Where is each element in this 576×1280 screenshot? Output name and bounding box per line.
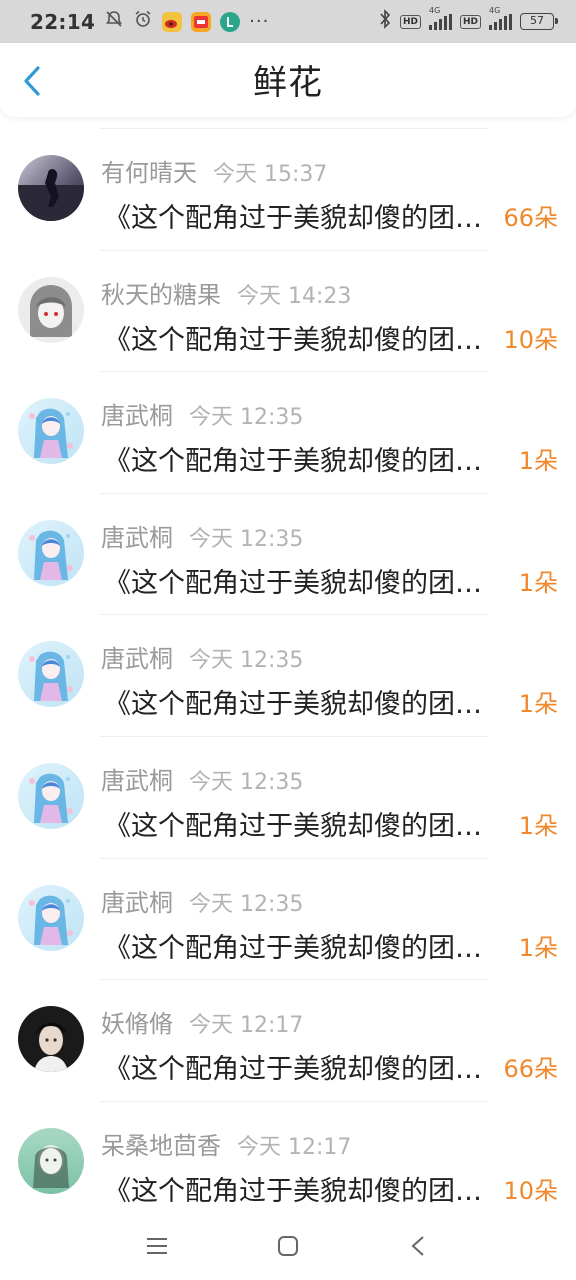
user-name-text: 唐武桐 [101, 523, 173, 552]
flower-count: 66朵 [503, 204, 558, 232]
user-name-text: 唐武桐 [101, 645, 173, 674]
list-item[interactable]: 妖脩脩 今天 12:17 《这个配角过于美貌却傻的团宠》 66朵 [0, 980, 576, 1102]
user-name: 唐武桐 今天 12:35 [101, 396, 303, 431]
user-name-text: 妖脩脩 [101, 1010, 173, 1039]
list-item[interactable]: 唐武桐 今天 12:35 《这个配角过于美貌却傻的团宠》 1朵 [0, 859, 576, 981]
flower-count: 1朵 [518, 933, 558, 962]
net-type-2: 4G [489, 5, 501, 15]
timestamp: 今天 14:23 [237, 283, 352, 309]
user-name: 唐武桐 今天 12:35 [101, 883, 303, 918]
page-title: 鲜花 [253, 63, 323, 103]
status-left: 22:14 ··· [30, 9, 269, 34]
screen: 22:14 ··· HD 4G HD 4G 57 鲜花 有何晴天 今天 15:3… [0, 0, 576, 1280]
list-item[interactable]: 唐武桐 今天 12:35 《这个配角过于美貌却傻的团宠》 1朵 [0, 494, 576, 616]
flower-count: 10朵 [503, 1176, 558, 1205]
flower-count: 1朵 [518, 568, 558, 597]
book-title: 《这个配角过于美貌却傻的团宠》 [104, 932, 496, 964]
flower-count: 66朵 [503, 1055, 558, 1084]
weibo-app-icon [162, 11, 183, 32]
back-triangle-icon [411, 1236, 424, 1256]
user-name-text: 呆桑地茴香 [101, 1131, 221, 1160]
menu-icon [147, 1238, 167, 1254]
user-name-text: 秋天的糖果 [101, 280, 221, 309]
book-title: 《这个配角过于美貌却傻的团宠》 [104, 203, 496, 234]
flower-count: 1朵 [518, 690, 558, 719]
shopping-app-icon [191, 11, 212, 32]
signal-icon-1: 4G [428, 6, 452, 30]
header: 鲜花 [0, 43, 576, 117]
bluetooth-icon [378, 9, 392, 34]
avatar[interactable] [18, 641, 84, 708]
app-l-icon [220, 11, 241, 32]
flower-count: 10朵 [503, 325, 558, 354]
user-name: 妖脩脩 今天 12:17 [101, 1004, 303, 1039]
book-title: 《这个配角过于美貌却傻的团宠》 [104, 567, 496, 599]
avatar[interactable] [18, 276, 84, 343]
nav-back-button[interactable] [398, 1230, 438, 1262]
avatar[interactable] [18, 155, 84, 221]
battery-icon: 57 [520, 13, 558, 30]
menu-button[interactable] [137, 1230, 177, 1262]
list-item[interactable]: 唐武桐 今天 12:35 《这个配角过于美貌却傻的团宠》 1朵 [0, 615, 576, 737]
timestamp: 今天 12:35 [189, 891, 304, 917]
avatar[interactable] [18, 1127, 84, 1194]
status-right: HD 4G HD 4G 57 [378, 6, 558, 34]
book-title: 《这个配角过于美貌却傻的团宠》 [104, 1054, 496, 1086]
user-name-text: 有何晴天 [101, 159, 197, 187]
list-item[interactable]: 秋天的糖果 今天 14:23 《这个配角过于美貌却傻的团宠》 10朵 [0, 251, 576, 373]
timestamp: 今天 12:35 [189, 648, 304, 674]
user-name: 唐武桐 今天 12:35 [101, 518, 303, 553]
book-title: 《这个配角过于美貌却傻的团宠》 [104, 446, 496, 478]
flower-count: 1朵 [518, 447, 558, 476]
timestamp: 今天 12:35 [189, 405, 304, 431]
more-notifications: ··· [249, 11, 270, 32]
user-name-text: 唐武桐 [101, 888, 173, 917]
hd-badge-1: HD [399, 14, 421, 29]
list-item[interactable]: 呆桑地茴香 今天 12:17 《这个配角过于美貌却傻的团宠》 10朵 [0, 1102, 576, 1224]
user-name: 有何晴天 今天 15:37 [101, 153, 327, 188]
home-square-icon [278, 1236, 298, 1256]
avatar[interactable] [18, 398, 84, 465]
status-time: 22:14 [30, 9, 96, 34]
user-name-text: 唐武桐 [101, 402, 173, 431]
timestamp: 今天 12:17 [237, 1134, 352, 1160]
avatar[interactable] [18, 762, 84, 829]
flower-list: 有何晴天 今天 15:37 《这个配角过于美貌却傻的团宠》 66朵 秋天的糖果 今天 14… [0, 129, 576, 1224]
list-item[interactable]: 唐武桐 今天 12:35 《这个配角过于美貌却傻的团宠》 1朵 [0, 372, 576, 494]
alarm-clock-icon [133, 9, 153, 34]
user-name: 呆桑地茴香 今天 12:17 [101, 1126, 351, 1161]
user-name-text: 唐武桐 [101, 766, 173, 795]
timestamp: 今天 15:37 [213, 162, 328, 187]
hd-badge-2: HD [459, 14, 481, 29]
user-name: 秋天的糖果 今天 14:23 [101, 275, 351, 310]
book-title: 《这个配角过于美貌却傻的团宠》 [104, 324, 496, 356]
signal-icon-2: 4G [489, 6, 512, 30]
home-button[interactable] [268, 1230, 308, 1262]
list-item[interactable]: 唐武桐 今天 12:35 《这个配角过于美貌却傻的团宠》 1朵 [0, 737, 576, 859]
timestamp: 今天 12:35 [189, 526, 304, 552]
avatar[interactable] [18, 1006, 84, 1073]
user-name: 唐武桐 今天 12:35 [101, 761, 303, 796]
list-item[interactable]: 有何晴天 今天 15:37 《这个配角过于美貌却傻的团宠》 66朵 [0, 129, 576, 251]
avatar[interactable] [18, 884, 84, 951]
timestamp: 今天 12:17 [189, 1013, 304, 1039]
user-name: 唐武桐 今天 12:35 [101, 639, 303, 674]
avatar[interactable] [18, 519, 84, 586]
mute-bell-icon [104, 9, 124, 34]
system-nav-bar [0, 1210, 576, 1280]
timestamp: 今天 12:35 [189, 769, 304, 795]
book-title: 《这个配角过于美貌却傻的团宠》 [104, 810, 496, 842]
status-bar: 22:14 ··· HD 4G HD 4G 57 [0, 0, 576, 43]
book-title: 《这个配角过于美貌却傻的团宠》 [104, 1175, 496, 1207]
book-title: 《这个配角过于美貌却傻的团宠》 [104, 689, 496, 721]
net-type-1: 4G [428, 5, 441, 15]
flower-count: 1朵 [518, 811, 558, 840]
